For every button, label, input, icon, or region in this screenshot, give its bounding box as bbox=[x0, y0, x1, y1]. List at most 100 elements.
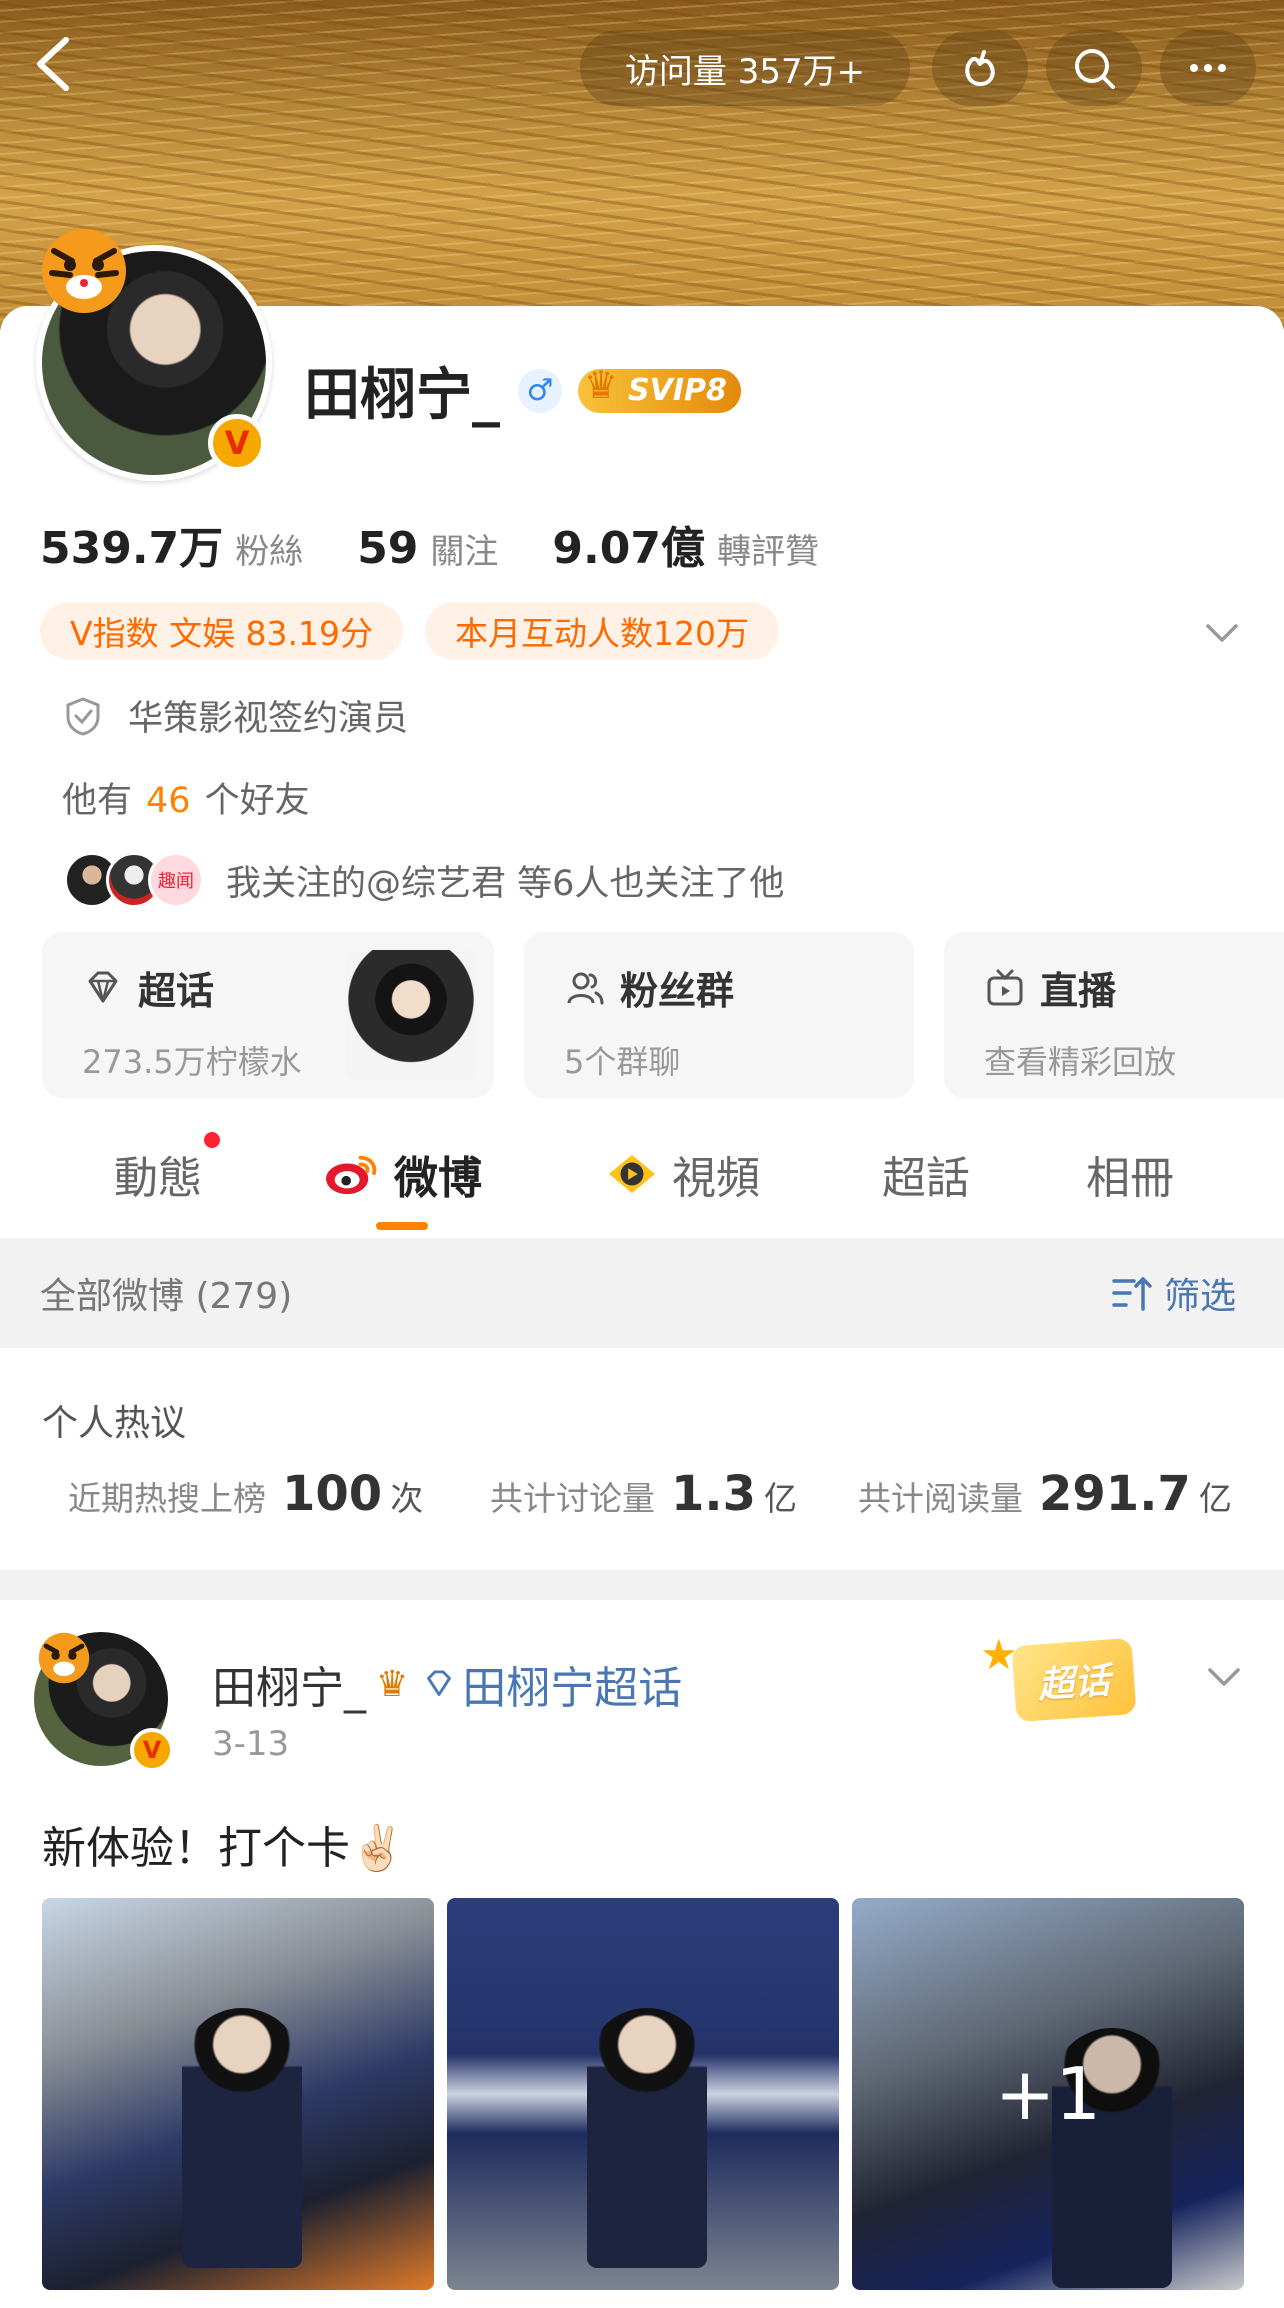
post-text: 新体验！打个卡✌🏻 bbox=[42, 1823, 405, 1874]
fruit-icon bbox=[965, 50, 995, 86]
hot-search-value: 100 bbox=[282, 1466, 383, 1522]
discussion-unit: 亿 bbox=[764, 1479, 798, 1518]
monthly-interaction-pill[interactable]: 本月互动人数120万 bbox=[425, 602, 780, 660]
search-icon bbox=[1075, 49, 1115, 89]
post-date: 3-13 bbox=[212, 1724, 290, 1764]
mutual-follow-row[interactable]: 趣闻 我关注的@综艺君 等6人也关注了他 bbox=[64, 852, 784, 908]
read-stat: 共计阅读量 291.7 亿 bbox=[858, 1466, 1232, 1522]
profile-name-row: 田栩宁_ ♂ ♛ SVIP8 bbox=[304, 350, 741, 431]
active-tab-indicator bbox=[376, 1222, 428, 1230]
weibo-post[interactable]: V 田栩宁_ ♛ 田栩宁超话 3-13 ★ 超话 新体验！打个卡✌🏻 +1 bbox=[0, 1600, 1284, 2308]
hot-discussion-section[interactable]: 个人热议 近期热搜上榜 100 次 共计讨论量 1.3 亿 共计阅读量 291.… bbox=[0, 1348, 1284, 1570]
hot-search-stat: 近期热搜上榜 100 次 bbox=[68, 1466, 423, 1522]
friends-count: 46 bbox=[146, 781, 191, 821]
following-label[interactable]: 關注 bbox=[430, 524, 498, 573]
interactions-label[interactable]: 轉評贊 bbox=[717, 524, 819, 573]
tile-fan-group-title: 粉丝群 bbox=[620, 969, 735, 1013]
read-label: 共计阅读量 bbox=[858, 1479, 1023, 1518]
chevron-down-icon[interactable] bbox=[1202, 612, 1242, 652]
discussion-label: 共计讨论量 bbox=[490, 1479, 655, 1518]
section-divider bbox=[0, 1570, 1284, 1600]
tab-dynamics-label: 動態 bbox=[114, 1153, 202, 1204]
post-author[interactable]: 田栩宁_ bbox=[212, 1652, 366, 1716]
filter-sort-icon bbox=[1112, 1277, 1152, 1311]
mutual-avatars: 趣闻 bbox=[64, 852, 204, 908]
tab-chaohua[interactable]: 超話 bbox=[882, 1142, 970, 1206]
all-weibo-count: 全部微博 (279) bbox=[40, 1276, 293, 1317]
post-photo[interactable] bbox=[447, 1898, 839, 2290]
post-verified-badge: V bbox=[130, 1728, 174, 1772]
more-icon bbox=[1190, 64, 1226, 72]
tiger-pendant-icon bbox=[42, 229, 126, 313]
profile-stats: 539.7万 粉絲 59 關注 9.07億 轉評贊 bbox=[40, 512, 873, 576]
followers-count[interactable]: 539.7万 bbox=[40, 512, 223, 576]
tab-chaohua-label: 超話 bbox=[882, 1153, 970, 1204]
tile-live[interactable]: 直播 查看精彩回放 bbox=[944, 932, 1284, 1098]
hot-search-label: 近期热搜上榜 bbox=[68, 1479, 266, 1518]
post-avatar-container[interactable]: V bbox=[34, 1632, 174, 1772]
read-unit: 亿 bbox=[1198, 1479, 1232, 1518]
search-button[interactable] bbox=[1046, 30, 1142, 106]
followers-label[interactable]: 粉絲 bbox=[235, 524, 303, 573]
tile-live-subtitle: 查看精彩回放 bbox=[984, 1043, 1177, 1081]
filter-bar: 全部微博 (279) 筛选 bbox=[0, 1238, 1284, 1348]
post-photo[interactable]: +1 bbox=[852, 1898, 1244, 2290]
organization-row[interactable]: 华策影视签约演员 bbox=[62, 690, 408, 741]
svip-badge[interactable]: ♛ SVIP8 bbox=[578, 363, 741, 413]
tab-album[interactable]: 相冊 bbox=[1086, 1142, 1174, 1206]
photo-subject bbox=[182, 2008, 302, 2268]
friends-prefix: 他有 bbox=[62, 781, 133, 821]
notification-dot bbox=[204, 1132, 220, 1148]
post-topic-label: 田栩宁超话 bbox=[462, 1663, 683, 1714]
mutual-text: 我关注的@综艺君 等6人也关注了他 bbox=[226, 863, 785, 904]
tiger-pendant-icon bbox=[38, 1632, 90, 1684]
shield-check-icon bbox=[66, 696, 100, 736]
tab-video[interactable]: 視頻 bbox=[604, 1142, 760, 1206]
male-gender-icon: ♂ bbox=[518, 368, 562, 413]
mini-avatar-tag: 趣闻 bbox=[148, 852, 204, 908]
chevron-down-icon[interactable] bbox=[1204, 1656, 1244, 1696]
diamond-icon bbox=[427, 1670, 452, 1696]
visits-counter[interactable]: 访问量 357万+ bbox=[580, 30, 910, 106]
tab-weibo[interactable]: 微博 bbox=[322, 1142, 482, 1206]
fruit-button[interactable] bbox=[932, 30, 1028, 106]
more-photos-count: +1 bbox=[852, 1898, 1244, 2290]
video-play-icon bbox=[609, 1154, 655, 1194]
diamond-icon bbox=[88, 971, 118, 1002]
discussion-stat: 共计讨论量 1.3 亿 bbox=[490, 1466, 797, 1522]
tile-chaohua[interactable]: 超话 273.5万柠檬水 bbox=[42, 932, 494, 1098]
chaohua-thumbnail bbox=[346, 950, 476, 1080]
people-icon bbox=[567, 972, 604, 1004]
organization-text: 华策影视签约演员 bbox=[128, 699, 409, 739]
profile-pills: V指数 文娱 83.19分 本月互动人数120万 bbox=[40, 602, 801, 660]
post-topic-link[interactable]: 田栩宁超话 bbox=[422, 1652, 682, 1716]
filter-button[interactable]: 筛选 bbox=[1110, 1267, 1236, 1319]
photo-subject bbox=[587, 2008, 707, 2268]
tab-album-label: 相冊 bbox=[1086, 1153, 1174, 1204]
tab-dynamics[interactable]: 動態 bbox=[114, 1142, 202, 1206]
post-photo[interactable] bbox=[42, 1898, 434, 2290]
friends-suffix: 个好友 bbox=[204, 781, 310, 821]
post-header: 田栩宁_ ♛ 田栩宁超话 bbox=[212, 1652, 682, 1716]
crown-icon: ♛ bbox=[584, 362, 619, 407]
more-button[interactable] bbox=[1160, 30, 1256, 106]
v-index-pill[interactable]: V指数 文娱 83.19分 bbox=[40, 602, 404, 660]
back-button[interactable] bbox=[30, 34, 80, 94]
tile-fan-group[interactable]: 粉丝群 5个群聊 bbox=[524, 932, 914, 1098]
tv-icon bbox=[987, 969, 1023, 1005]
interactions-count[interactable]: 9.07億 bbox=[552, 512, 705, 576]
read-value: 291.7 bbox=[1039, 1466, 1191, 1522]
hot-search-unit: 次 bbox=[390, 1479, 424, 1518]
friends-row[interactable]: 他有 46 个好友 bbox=[62, 772, 310, 823]
hot-discussion-title: 个人热议 bbox=[42, 1403, 187, 1444]
chaohua-tag[interactable]: 超话 bbox=[1011, 1637, 1137, 1723]
tab-video-label: 視頻 bbox=[672, 1153, 760, 1204]
tile-live-title: 直播 bbox=[1040, 969, 1117, 1013]
verified-badge: V bbox=[208, 414, 266, 472]
tile-fan-group-subtitle: 5个群聊 bbox=[564, 1043, 681, 1081]
following-count[interactable]: 59 bbox=[357, 523, 418, 574]
crown-icon: ♛ bbox=[376, 1663, 409, 1705]
svip-label: SVIP8 bbox=[628, 373, 727, 408]
filter-button-label: 筛选 bbox=[1163, 1276, 1236, 1317]
weibo-logo-icon bbox=[326, 1155, 377, 1195]
